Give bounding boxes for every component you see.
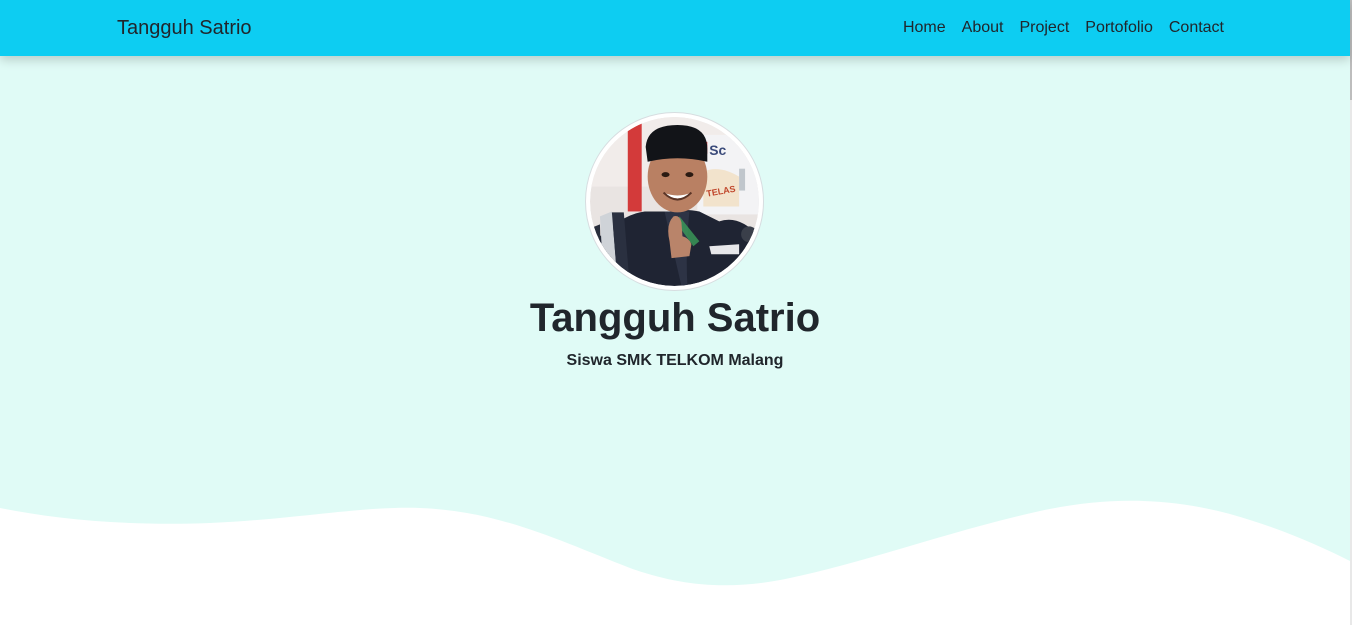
nav-link-portofolio[interactable]: Portofolio — [1077, 18, 1161, 38]
hero-subtitle: Siswa SMK TELKOM Malang — [566, 352, 784, 369]
svg-text:Sc: Sc — [709, 142, 726, 158]
nav-link-contact[interactable]: Contact — [1161, 18, 1224, 38]
nav-link-project[interactable]: Project — [1011, 18, 1077, 38]
avatar: Sc TELAS — [585, 112, 764, 291]
navbar: Tangguh Satrio Home About Project Portof… — [0, 0, 1350, 56]
profile-photo-icon: Sc TELAS — [590, 117, 759, 286]
hero-title: Tangguh Satrio — [529, 296, 821, 340]
wave-divider — [0, 500, 1350, 625]
nav-link-home[interactable]: Home — [895, 18, 954, 38]
nav-links: Home About Project Portofolio Contact — [895, 18, 1224, 38]
hero-section: Sc TELAS Tangguh Satrio Siswa SMK TELKOM… — [0, 56, 1350, 625]
nav-link-about[interactable]: About — [954, 18, 1012, 38]
brand-link[interactable]: Tangguh Satrio — [117, 16, 252, 40]
